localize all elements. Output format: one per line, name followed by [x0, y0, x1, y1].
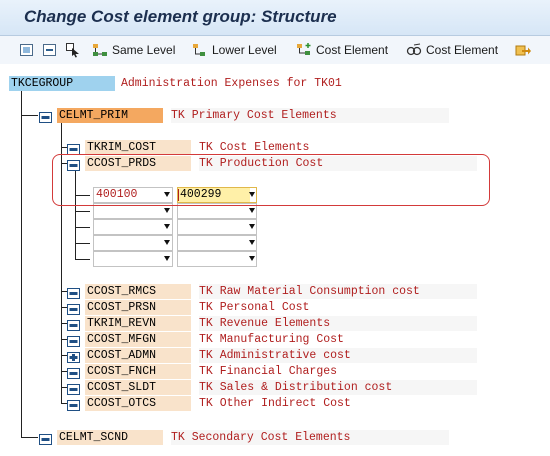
- dropdown-arrow-icon[interactable]: [164, 208, 170, 213]
- folder-closed-icon[interactable]: [67, 350, 80, 363]
- create-cost-element-button[interactable]: Cost Element: [296, 41, 388, 59]
- folder-icon[interactable]: [67, 382, 80, 395]
- child-node-description: TK Other Indirect Cost: [199, 396, 477, 411]
- collapse-all-button[interactable]: [42, 41, 61, 59]
- folder-icon[interactable]: [67, 142, 80, 155]
- display-cost-element-label: Cost Element: [426, 43, 499, 57]
- display-cost-element-button[interactable]: Cost Element: [406, 41, 498, 59]
- dropdown-arrow-icon[interactable]: [164, 224, 170, 229]
- folder-icon[interactable]: [39, 432, 52, 445]
- child-node-description: TK Sales & Distribution cost: [199, 380, 477, 395]
- window-title: Change Cost element group: Structure: [24, 7, 337, 26]
- child-node-description: TK Financial Charges: [199, 364, 477, 379]
- expand-all-icon: [20, 44, 33, 56]
- child-node-code[interactable]: CCOST_RMCS: [85, 284, 191, 299]
- exit-icon: [515, 45, 531, 56]
- child-node-description: TK Cost Elements: [199, 140, 477, 155]
- expand-all-button[interactable]: [19, 41, 38, 59]
- dropdown-arrow-icon[interactable]: [164, 240, 170, 245]
- group-node-description: TK Secondary Cost Elements: [171, 430, 449, 445]
- interval-from-input[interactable]: [93, 219, 173, 235]
- interval-from-input[interactable]: [93, 251, 173, 267]
- folder-icon[interactable]: [67, 366, 80, 379]
- same-level-button[interactable]: Same Level: [92, 41, 175, 59]
- group-node-description: TK Primary Cost Elements: [171, 108, 449, 123]
- create-cost-element-icon: [297, 43, 311, 55]
- dropdown-arrow-icon[interactable]: [249, 256, 255, 261]
- child-node-description: TK Manufacturing Cost: [199, 332, 477, 347]
- root-node-description: Administration Expenses for TK01: [121, 76, 403, 91]
- child-node-description: TK Revenue Elements: [199, 316, 477, 331]
- root-node-code[interactable]: TKCEGROUP: [9, 76, 115, 91]
- folder-icon[interactable]: [67, 286, 80, 299]
- lower-level-icon: [193, 44, 205, 56]
- dropdown-arrow-icon[interactable]: [249, 208, 255, 213]
- collapse-all-icon: [43, 44, 56, 56]
- interval-to-input[interactable]: [177, 235, 257, 251]
- lower-level-label: Lower Level: [212, 43, 277, 57]
- application-toolbar: Same Level Lower Level Cost Element Cost…: [0, 36, 550, 65]
- child-node-description: TK Administrative cost: [199, 348, 477, 363]
- select-icon: [66, 43, 79, 58]
- folder-icon[interactable]: [67, 334, 80, 347]
- child-node-code[interactable]: CCOST_MFGN: [85, 332, 191, 347]
- annotation-highlight-box: [52, 154, 490, 206]
- create-cost-element-label: Cost Element: [316, 43, 389, 57]
- folder-icon[interactable]: [67, 398, 80, 411]
- lower-level-button[interactable]: Lower Level: [192, 41, 277, 59]
- dropdown-arrow-icon[interactable]: [164, 256, 170, 261]
- same-level-icon: [93, 44, 107, 56]
- dropdown-arrow-icon[interactable]: [249, 240, 255, 245]
- folder-open-icon[interactable]: [39, 110, 52, 123]
- child-node-code[interactable]: TKRIM_REVN: [85, 316, 191, 331]
- folder-icon[interactable]: [67, 318, 80, 331]
- child-node-code[interactable]: CCOST_PRSN: [85, 300, 191, 315]
- child-node-code[interactable]: TKRIM_COST: [85, 140, 191, 155]
- child-node-code[interactable]: CCOST_SLDT: [85, 380, 191, 395]
- select-button[interactable]: [65, 41, 84, 59]
- title-bar: Change Cost element group: Structure: [0, 0, 550, 36]
- child-node-description: TK Personal Cost: [199, 300, 477, 315]
- display-cost-element-icon: [406, 43, 422, 56]
- exit-button[interactable]: [515, 41, 535, 59]
- group-node-code[interactable]: CELMT_SCND: [57, 430, 163, 445]
- child-node-code[interactable]: CCOST_FNCH: [85, 364, 191, 379]
- group-node-code[interactable]: CELMT_PRIM: [57, 108, 163, 123]
- cost-element-tree: TKCEGROUP Administration Expenses for TK…: [0, 64, 550, 456]
- dropdown-arrow-icon[interactable]: [249, 224, 255, 229]
- interval-to-input[interactable]: [177, 219, 257, 235]
- interval-to-input[interactable]: [177, 251, 257, 267]
- interval-from-input[interactable]: [93, 235, 173, 251]
- folder-icon[interactable]: [67, 302, 80, 315]
- child-node-code[interactable]: CCOST_ADMN: [85, 348, 191, 363]
- child-node-description: TK Raw Material Consumption cost: [199, 284, 477, 299]
- same-level-label: Same Level: [112, 43, 176, 57]
- child-node-code[interactable]: CCOST_OTCS: [85, 396, 191, 411]
